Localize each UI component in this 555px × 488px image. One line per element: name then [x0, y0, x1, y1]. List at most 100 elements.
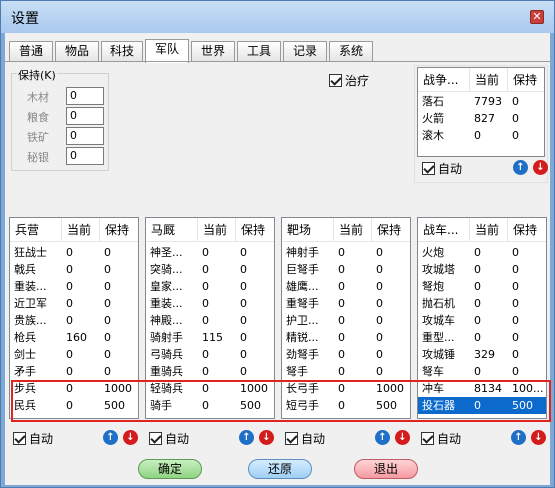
arrow-up-circle-icon[interactable]: ↑: [103, 430, 118, 445]
tab-5[interactable]: 工具: [237, 41, 281, 62]
list-row[interactable]: 护卫... 0 0: [282, 312, 410, 329]
tab-0[interactable]: 普通: [9, 41, 53, 62]
resource-input[interactable]: 0: [66, 127, 104, 145]
arrow-up-circle-icon[interactable]: ↑: [513, 160, 528, 175]
resource-input[interactable]: 0: [66, 147, 104, 165]
close-icon[interactable]: ✕: [530, 10, 544, 24]
list-cell: 0: [512, 314, 519, 327]
list-cell: 0: [512, 95, 519, 108]
arrow-up-circle-icon[interactable]: ↑: [375, 430, 390, 445]
list-row[interactable]: 火箭 827 0: [418, 110, 544, 127]
list-cell: 0: [104, 348, 111, 361]
list-row[interactable]: 弩炮 0 0: [418, 278, 546, 295]
arrow-up-circle-icon[interactable]: ↑: [239, 430, 254, 445]
column-header[interactable]: 保持: [508, 218, 546, 242]
list-row[interactable]: 神射手 0 0: [282, 244, 410, 261]
tab-6[interactable]: 记录: [283, 41, 327, 62]
list-row[interactable]: 神圣... 0 0: [146, 244, 274, 261]
list-row[interactable]: 重型... 0 0: [418, 329, 546, 346]
list-row[interactable]: 雄鹰... 0 0: [282, 278, 410, 295]
list-row[interactable]: 剑士 0 0: [10, 346, 138, 363]
tab-1[interactable]: 物品: [55, 41, 99, 62]
list-cell: 劲弩手: [286, 348, 319, 361]
client-area: 普通 物品 科技 军队 世界 工具 记录 系统 保持(K) 木材 0 粮食 0 铁矿 0 秘银 0 治疗 战…: [5, 33, 551, 485]
ok-button[interactable]: 确定: [138, 459, 202, 479]
list-row[interactable]: 弩手 0 0: [282, 363, 410, 380]
column-header[interactable]: 保持: [372, 218, 410, 242]
list-row[interactable]: 神殿... 0 0: [146, 312, 274, 329]
list-row[interactable]: 弩车 0 0: [418, 363, 546, 380]
column-header[interactable]: 当前: [62, 218, 100, 242]
exit-button[interactable]: 退出: [354, 459, 418, 479]
list-row[interactable]: 重装... 0 0: [10, 278, 138, 295]
column-header[interactable]: 保持: [508, 68, 544, 92]
arrow-down-circle-icon[interactable]: ↓: [259, 430, 274, 445]
column-header[interactable]: 马厩: [146, 218, 198, 242]
list-row[interactable]: 巨弩手 0 0: [282, 261, 410, 278]
list-row[interactable]: 骑射手 115 0: [146, 329, 274, 346]
list-row[interactable]: 重骑兵 0 0: [146, 363, 274, 380]
list-row[interactable]: 滚木 0 0: [418, 127, 544, 144]
column-header[interactable]: 保持: [100, 218, 138, 242]
list-row[interactable]: 重装... 0 0: [146, 295, 274, 312]
list-row[interactable]: 劲弩手 0 0: [282, 346, 410, 363]
settings-window: 设置 ✕ 普通 物品 科技 军队 世界 工具 记录 系统 保持(K) 木材 0 粮食 0 铁矿 0 秘银 0…: [0, 0, 555, 488]
list-cell: 0: [202, 348, 209, 361]
arrow-down-circle-icon[interactable]: ↓: [123, 430, 138, 445]
auto-checkbox[interactable]: 自动: [13, 430, 53, 447]
list-cell: 重弩手: [286, 297, 319, 310]
list-row[interactable]: 精锐... 0 0: [282, 329, 410, 346]
war-auto-checkbox[interactable]: 自动: [422, 160, 462, 177]
list-row[interactable]: 攻城锤 329 0: [418, 346, 546, 363]
resource-input[interactable]: 0: [66, 107, 104, 125]
list-cell: 矛手: [14, 365, 36, 378]
column-header[interactable]: 战车...: [418, 218, 470, 242]
column-header[interactable]: 当前: [334, 218, 372, 242]
war-equipment-list[interactable]: 战争... 当前 保持 落石 7793 0 火箭 827 0 滚木 0 0: [417, 67, 545, 157]
list-row[interactable]: 重弩手 0 0: [282, 295, 410, 312]
list-cell: 攻城锤: [422, 348, 455, 361]
column-header[interactable]: 当前: [198, 218, 236, 242]
tab-3[interactable]: 军队: [145, 39, 189, 63]
auto-checkbox[interactable]: 自动: [149, 430, 189, 447]
column-header[interactable]: 当前: [470, 68, 508, 92]
list-row[interactable]: 火炮 0 0: [418, 244, 546, 261]
auto-checkbox[interactable]: 自动: [285, 430, 325, 447]
tab-4[interactable]: 世界: [191, 41, 235, 62]
list-row[interactable]: 戟兵 0 0: [10, 261, 138, 278]
column-header[interactable]: 保持: [236, 218, 274, 242]
list-cell: 0: [376, 348, 383, 361]
column-header[interactable]: 当前: [470, 218, 508, 242]
column-header[interactable]: 靶场: [282, 218, 334, 242]
tab-7[interactable]: 系统: [329, 41, 373, 62]
list-row[interactable]: 弓骑兵 0 0: [146, 346, 274, 363]
arrow-down-circle-icon[interactable]: ↓: [395, 430, 410, 445]
list-row[interactable]: 落石 7793 0: [418, 93, 544, 110]
list-row[interactable]: 攻城塔 0 0: [418, 261, 546, 278]
list-row[interactable]: 皇家... 0 0: [146, 278, 274, 295]
list-cell: 0: [474, 365, 481, 378]
list-row[interactable]: 攻城车 0 0: [418, 312, 546, 329]
list-row[interactable]: 枪兵 160 0: [10, 329, 138, 346]
list-row[interactable]: 贵族... 0 0: [10, 312, 138, 329]
column-header[interactable]: 战争...: [418, 68, 470, 92]
auto-checkbox[interactable]: 自动: [421, 430, 461, 447]
tab-2[interactable]: 科技: [101, 41, 143, 62]
restore-button[interactable]: 还原: [248, 459, 312, 479]
list-header: 战车... 当前 保持: [418, 218, 546, 242]
arrow-down-circle-icon[interactable]: ↓: [531, 430, 546, 445]
arrow-up-circle-icon[interactable]: ↑: [511, 430, 526, 445]
arrow-down-circle-icon[interactable]: ↓: [533, 160, 548, 175]
list-row[interactable]: 矛手 0 0: [10, 363, 138, 380]
list-cell: 攻城塔: [422, 263, 455, 276]
list-cell: 0: [66, 280, 73, 293]
column-header[interactable]: 兵营: [10, 218, 62, 242]
list-cell: 0: [66, 297, 73, 310]
war-auto-label: 自动: [438, 162, 463, 176]
list-row[interactable]: 突骑... 0 0: [146, 261, 274, 278]
heal-checkbox[interactable]: 治疗: [329, 72, 369, 89]
list-row[interactable]: 近卫军 0 0: [10, 295, 138, 312]
resource-input[interactable]: 0: [66, 87, 104, 105]
list-row[interactable]: 抛石机 0 0: [418, 295, 546, 312]
list-row[interactable]: 狂战士 0 0: [10, 244, 138, 261]
